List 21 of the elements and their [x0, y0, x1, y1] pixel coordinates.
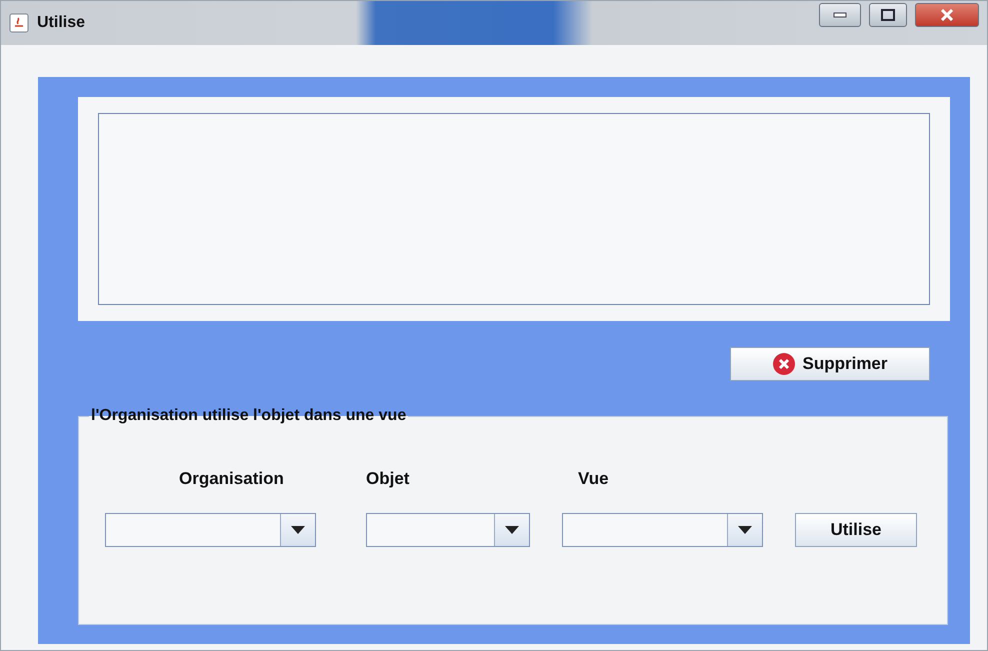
maximize-icon [881, 9, 895, 21]
dropdown-arrow-icon [738, 526, 752, 534]
dropdown[interactable] [366, 513, 530, 547]
group-title: l'Organisation utilise l'objet dans une vue [90, 407, 408, 425]
field-label: Vue [578, 469, 610, 489]
dropdown-arrow-icon [505, 526, 519, 534]
error-icon [772, 352, 796, 376]
minimize-icon [833, 12, 847, 18]
field-label: Organisation [179, 469, 285, 489]
minimize-button[interactable] [819, 3, 861, 27]
dropdown[interactable] [105, 513, 316, 547]
use-button[interactable]: Utilise [795, 513, 917, 547]
dropdown[interactable] [562, 513, 763, 547]
delete-button[interactable]: Supprimer [730, 347, 930, 381]
close-button[interactable] [915, 3, 979, 27]
field-label: Objet [366, 469, 410, 489]
app-icon [9, 13, 29, 33]
close-icon [939, 9, 955, 21]
window-title: Utilise [37, 14, 86, 32]
dropdown-arrow-icon [291, 526, 305, 534]
maximize-button[interactable] [869, 3, 907, 27]
